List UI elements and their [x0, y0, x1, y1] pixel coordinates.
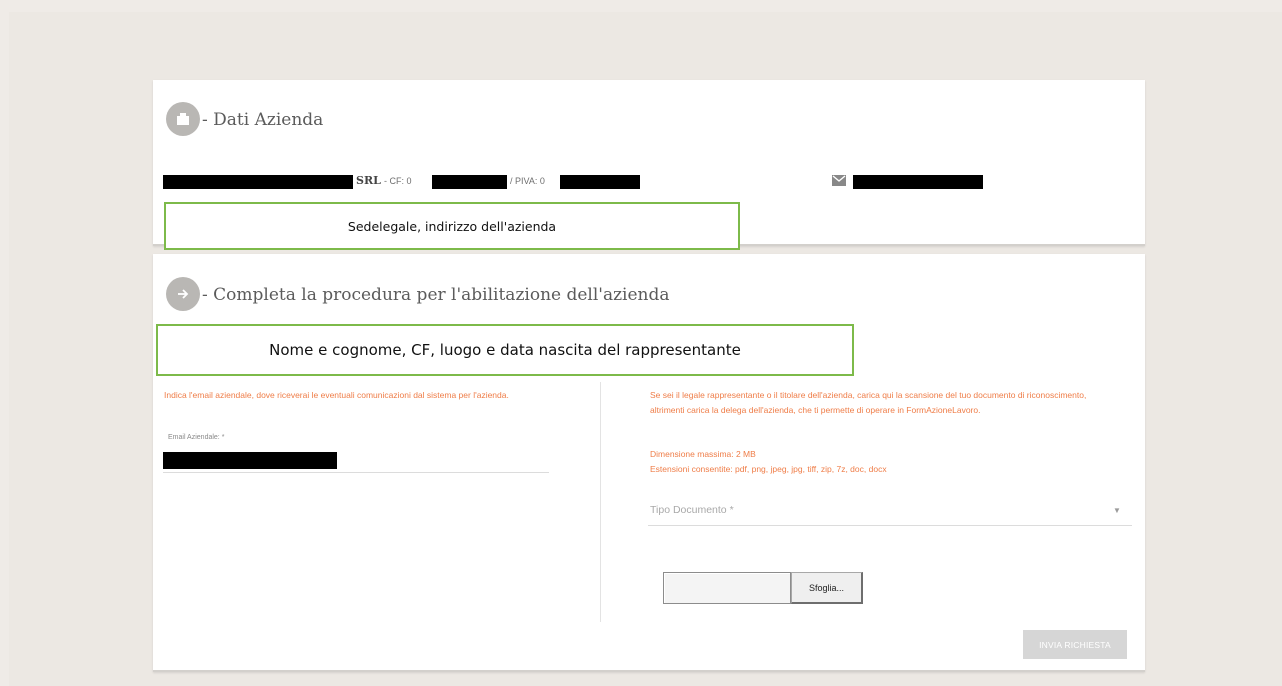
document-type-select[interactable]: Tipo Documento * ▼ — [648, 500, 1132, 528]
file-path-field[interactable] — [663, 572, 791, 604]
company-name-redacted — [163, 175, 353, 189]
max-size-text: Dimensione massima: 2 MB — [650, 449, 756, 459]
arrow-right-icon — [166, 277, 200, 311]
email-intro-text: Indica l'email aziendale, dove riceverai… — [164, 390, 509, 400]
submit-request-button[interactable]: INVIA RICHIESTA — [1023, 630, 1127, 659]
column-divider — [600, 382, 601, 622]
piva-label: / PIVA: 0 — [510, 176, 545, 186]
chevron-down-icon: ▼ — [1113, 506, 1121, 515]
piva-redacted — [560, 175, 640, 189]
envelope-icon — [832, 175, 846, 186]
document-type-placeholder: Tipo Documento * — [650, 504, 734, 516]
email-field[interactable] — [163, 452, 337, 469]
building-icon — [166, 102, 200, 136]
annotation-company-address: Sedelegale, indirizzo dell'azienda — [164, 202, 740, 250]
browse-button[interactable]: Sfoglia... — [791, 572, 863, 604]
email-redacted — [853, 175, 983, 189]
document-intro-text: Se sei il legale rappresentante o il tit… — [650, 390, 1087, 415]
company-section-title: - Dati Azienda — [202, 110, 324, 130]
company-suffix: SRL — [356, 174, 381, 187]
extensions-text: Estensioni consentite: pdf, png, jpeg, j… — [650, 464, 887, 474]
procedure-section-title: - Completa la procedura per l'abilitazio… — [202, 285, 670, 305]
annotation-representative: Nome e cognome, CF, luogo e data nascita… — [156, 324, 854, 376]
cf-label: - CF: 0 — [384, 176, 412, 186]
document-type-underline — [648, 525, 1132, 526]
email-field-label: Email Aziendale: * — [168, 434, 225, 441]
email-field-underline — [163, 472, 549, 473]
cf-redacted — [432, 175, 507, 189]
